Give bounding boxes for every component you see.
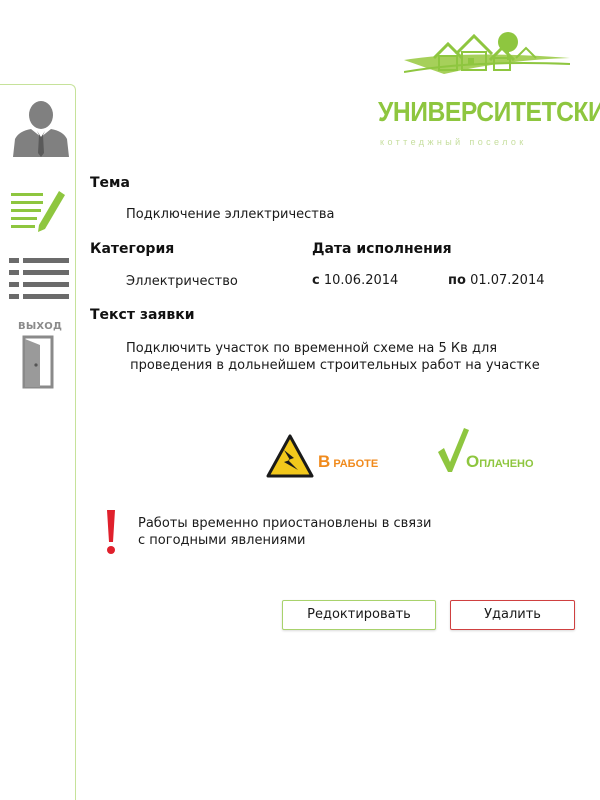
request-text-line2: проведения в дольнейшем строительных раб… (126, 358, 540, 373)
sidebar: ВЫХОД (0, 84, 76, 800)
date-to-prefix: по (448, 273, 466, 288)
date-label: Дата исполнения (312, 241, 452, 257)
edit-button[interactable]: Редоктировать (282, 600, 436, 630)
user-icon[interactable] (11, 95, 71, 157)
date-to: по 01.07.2014 (448, 273, 545, 288)
category-value: Эллектричество (126, 274, 238, 289)
exclamation-icon (104, 508, 118, 560)
notice-line1: Работы временно приостановлены в связи (138, 516, 432, 531)
category-label: Категория (90, 241, 175, 257)
logo-subtitle: коттеджный поселок (380, 137, 527, 147)
topic-value: Подключение эллектричества (126, 207, 335, 222)
checkmark-icon (436, 426, 470, 478)
edit-icon[interactable] (9, 187, 69, 233)
list-icon[interactable] (9, 256, 71, 300)
notice-line2: с погодными явлениями (138, 533, 306, 548)
delete-button[interactable]: Удалить (450, 600, 575, 630)
status-in-work-first: В (318, 452, 331, 471)
status-paid-rest: ПЛАЧЕНО (479, 458, 534, 470)
date-from-value: 10.06.2014 (323, 273, 399, 288)
date-from: с 10.06.2014 (312, 273, 398, 288)
notice-text: Работы временно приостановлены в связи с… (138, 515, 468, 549)
status-in-work: В РАБОТЕ (318, 452, 378, 472)
status-paid: ОПЛАЧЕНО (466, 452, 534, 472)
status-in-work-rest: РАБОТЕ (333, 458, 379, 470)
date-from-prefix: с (312, 273, 320, 288)
date-to-value: 01.07.2014 (470, 273, 545, 288)
topic-label: Тема (90, 175, 130, 191)
exit-label[interactable]: ВЫХОД (18, 321, 62, 332)
request-text-label: Текст заявки (90, 307, 195, 323)
logo-title: УНИВЕРСИТЕТСКИЙ (378, 96, 600, 127)
status-paid-first: О (466, 452, 480, 471)
exit-door-icon[interactable] (22, 335, 54, 389)
request-text-line1: Подключить участок по временной схеме на… (126, 341, 498, 356)
warning-icon (266, 434, 314, 482)
logo-houses-icon (403, 30, 571, 88)
